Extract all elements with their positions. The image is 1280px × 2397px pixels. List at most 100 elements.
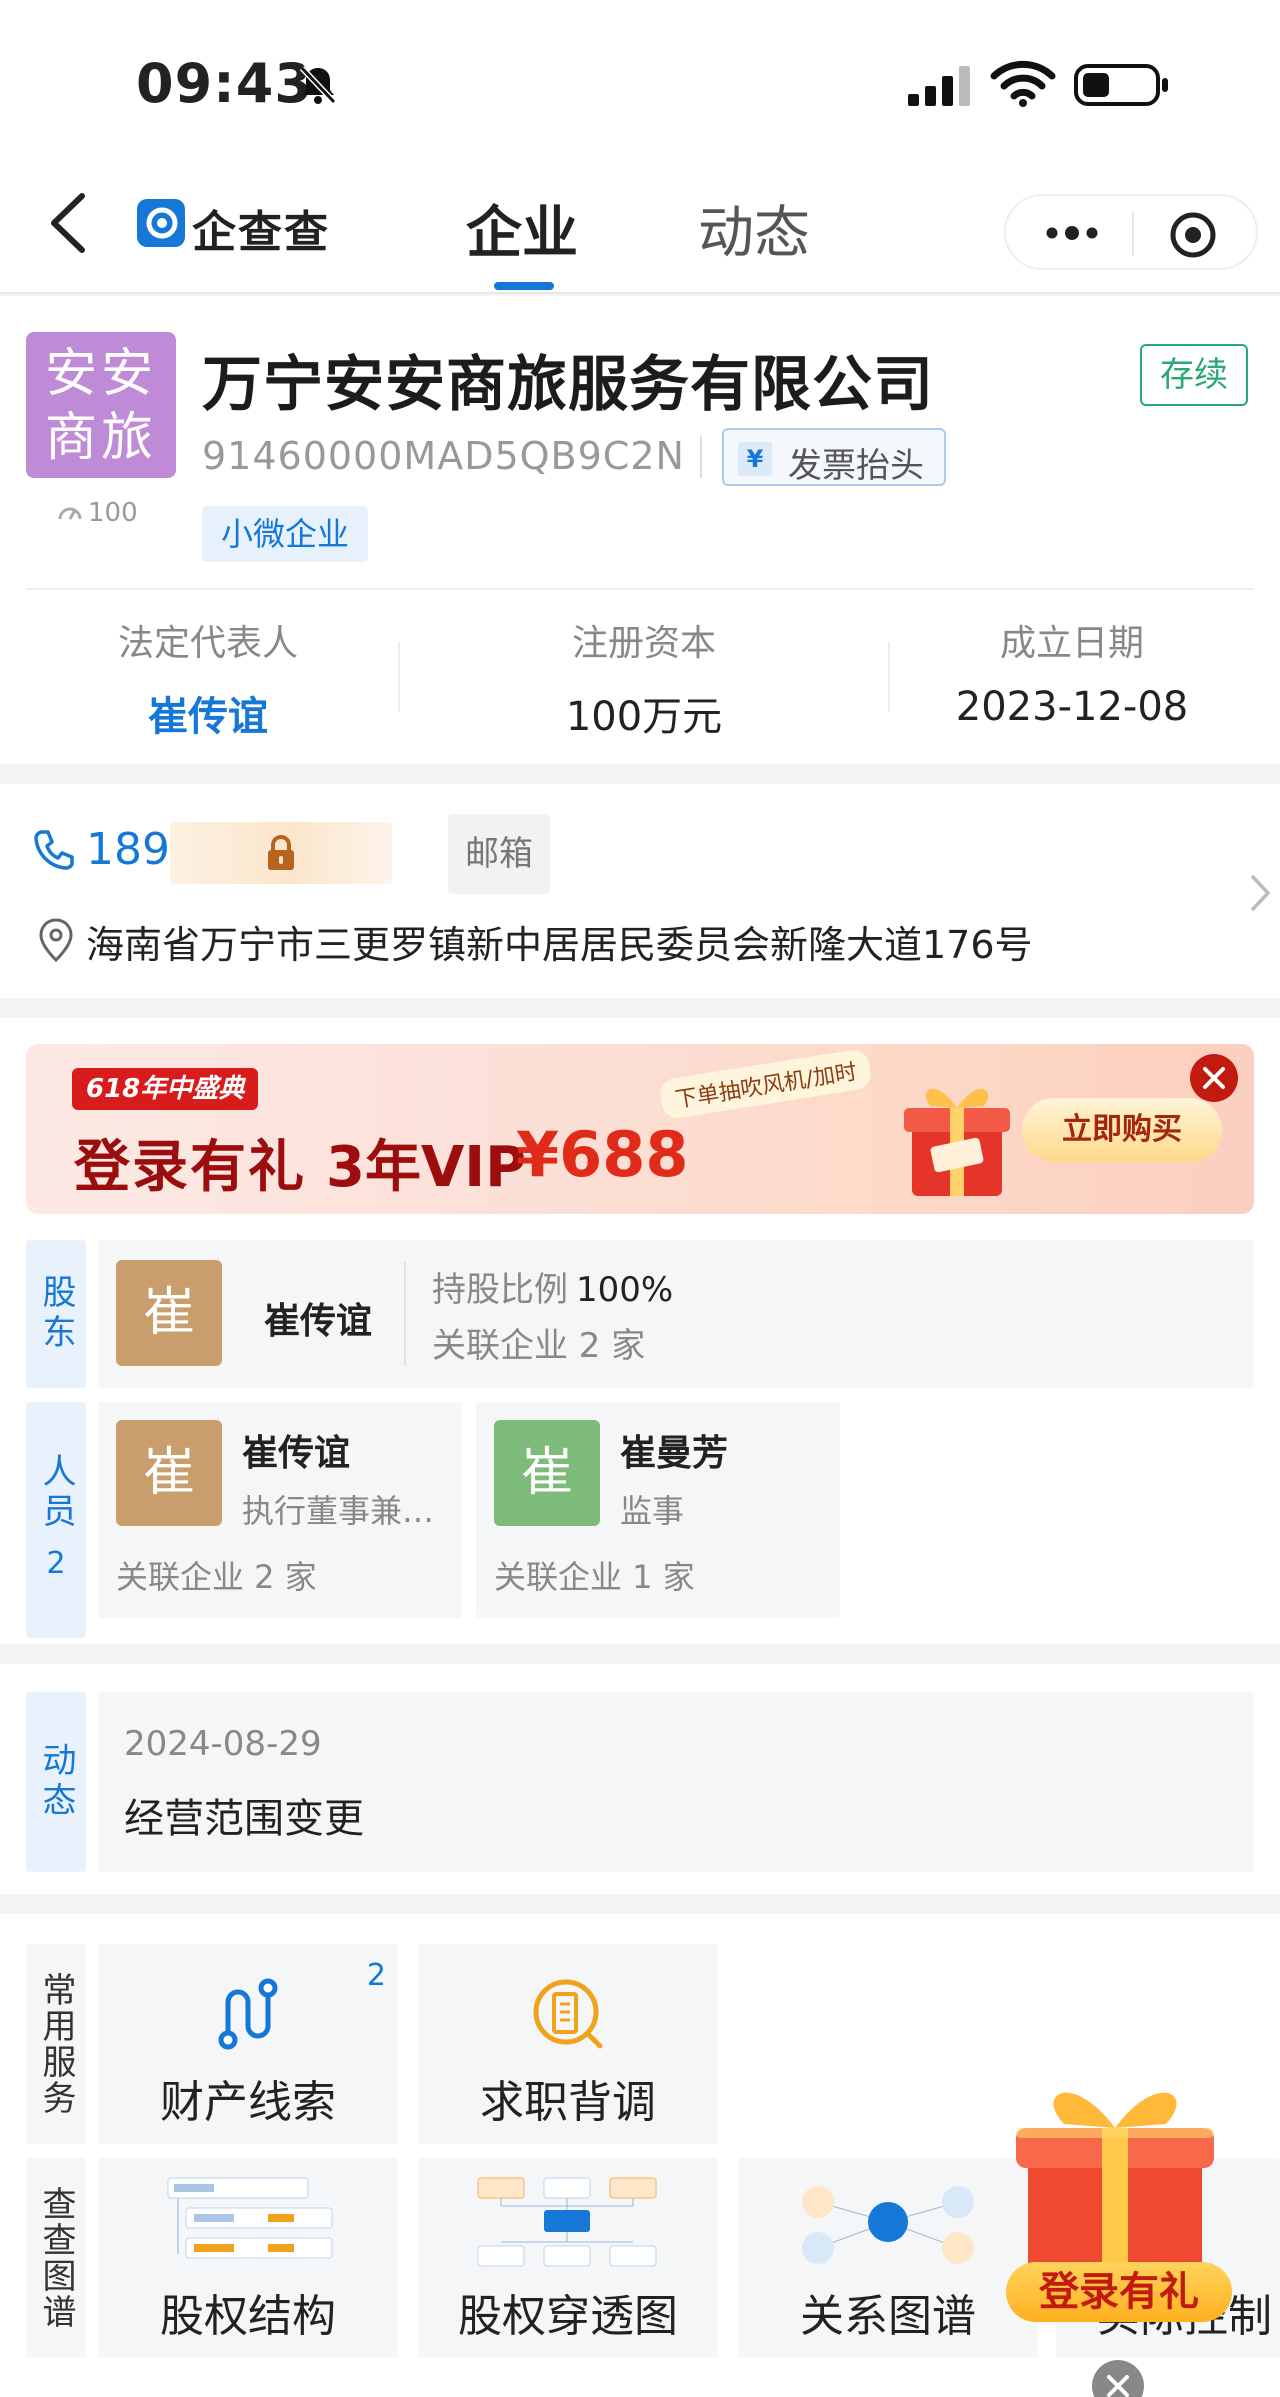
banner-note: 下单抽吹风机/加时 <box>658 1047 874 1121</box>
location-icon <box>39 918 73 963</box>
stat-divider <box>888 642 890 712</box>
heat-value: 100 <box>88 498 138 528</box>
divider <box>404 1262 406 1366</box>
avatar: 崔 <box>116 1260 222 1366</box>
banner-price: ¥688 <box>516 1118 689 1191</box>
signal-icon <box>908 66 970 106</box>
clock: 09:43 <box>136 52 313 115</box>
graph-label: 股权结构 <box>160 2291 336 2342</box>
email-button[interactable]: 邮箱 <box>448 814 550 894</box>
stat-value[interactable]: 崔传谊 <box>28 684 388 742</box>
shareholders-label-text: 股东 <box>36 1274 76 1354</box>
graph-relations[interactable]: 关系图谱 <box>738 2158 1038 2358</box>
address[interactable]: 海南省万宁市三更罗镇新中居居民委员会新隆大道176号 <box>86 914 1033 969</box>
promo-banner[interactable]: 618年中盛典 登录有礼 3年VIP ¥688 下单抽吹风机/加时 立即购买 <box>26 1044 1254 1214</box>
avatar: 崔 <box>494 1420 600 1526</box>
close-icon[interactable] <box>1188 1052 1240 1104</box>
phone-icon <box>34 830 74 870</box>
wifi-icon <box>990 60 1056 107</box>
stat-divider <box>398 642 400 712</box>
graphs-label: 查查图谱 <box>26 2158 86 2358</box>
staff-name: 崔传谊 <box>242 1433 351 1474</box>
invoice-title-button[interactable]: ¥ 发票抬头 <box>722 428 946 486</box>
heat-icon <box>58 507 82 520</box>
close-mini-program-icon[interactable] <box>1168 210 1218 260</box>
relations-thumbnail-icon <box>802 2186 974 2264</box>
banner-vip: 3年VIP <box>326 1135 527 1200</box>
route-icon <box>218 1978 278 2050</box>
news-card: 动态 2024-08-29 经营范围变更 <box>0 1664 1280 1894</box>
company-tag[interactable]: 小微企业 <box>202 506 368 562</box>
company-avatar: 安安商旅 <box>26 332 176 478</box>
stat-capital: 注册资本 100万元 <box>464 614 824 742</box>
graph-equity-penetration[interactable]: 股权穿透图 <box>418 2158 718 2358</box>
qcc-logo-icon <box>137 199 185 247</box>
news-item[interactable]: 2024-08-29 经营范围变更 <box>98 1692 1254 1872</box>
news-label-text: 动态 <box>36 1742 76 1822</box>
stat-founded: 成立日期 2023-12-08 <box>892 614 1252 730</box>
contact-card[interactable]: 189 邮箱 海南省万宁市三更罗镇新中居居民委员会新隆大道176号 <box>0 784 1280 998</box>
capsule-divider <box>1132 212 1134 256</box>
service-label: 求职背调 <box>480 2077 656 2128</box>
banner-chip: 618年中盛典 <box>72 1068 259 1110</box>
status-bar: 09:43 <box>0 0 1280 160</box>
penetration-thumbnail-icon <box>477 2177 657 2267</box>
staff-name: 崔曼芳 <box>620 1433 729 1474</box>
news-label: 动态 <box>26 1692 86 1872</box>
staff-label-text: 人员 <box>36 1453 76 1533</box>
graph-equity-structure[interactable]: 股权结构 <box>98 2158 398 2358</box>
services-label: 常用服务 <box>26 1944 86 2144</box>
mini-program-capsule <box>1004 194 1258 270</box>
status-badge: 存续 <box>1140 344 1248 406</box>
staff-role: 监事 <box>620 1492 685 1530</box>
staff-role: 执行董事兼总经理 <box>242 1492 442 1530</box>
active-tab-indicator <box>494 282 554 290</box>
credit-code[interactable]: 91460000MAD5QB9C2N <box>202 434 685 478</box>
bell-muted-icon <box>299 65 337 105</box>
floating-promo-label[interactable]: 登录有礼 <box>1006 2262 1232 2322</box>
chevron-right-icon[interactable] <box>1246 870 1272 916</box>
share-ratio-value: 100% <box>576 1270 674 1310</box>
page: 09:43 企查查 企业 动态 安安商旅 100 万宁安安商旅服务有限公司 存续… <box>0 0 1280 2397</box>
gift-box-icon <box>904 1088 1010 1196</box>
nav-bar: 企查查 企业 动态 <box>0 160 1280 294</box>
tab-news[interactable]: 动态 <box>698 188 810 269</box>
more-icon[interactable] <box>1042 210 1102 256</box>
stat-key: 法定代表人 <box>117 623 298 664</box>
share-ratio-label: 持股比例 <box>432 1270 568 1310</box>
service-asset-clues[interactable]: 2 财产线索 <box>98 1944 398 2144</box>
tab-company[interactable]: 企业 <box>466 188 578 269</box>
staff-label: 人员 2 <box>26 1402 86 1638</box>
phone-number[interactable]: 189 <box>86 824 170 875</box>
staff-card[interactable]: 崔 崔曼芳 监事 关联企业 1 家 <box>476 1402 840 1618</box>
app-logo: 企查查 <box>192 207 330 258</box>
stat-legal-rep[interactable]: 法定代表人 崔传谊 <box>28 614 388 742</box>
service-label: 财产线索 <box>160 2077 336 2128</box>
news-date: 2024-08-29 <box>124 1724 322 1764</box>
company-name: 万宁安安商旅服务有限公司 <box>202 350 934 420</box>
equity-structure-thumbnail-icon <box>167 2177 333 2259</box>
company-header-card: 安安商旅 100 万宁安安商旅服务有限公司 存续 91460000MAD5QB9… <box>0 296 1280 764</box>
shareholder-row[interactable]: 崔 崔传谊 持股比例 100% 关联企业 2 家 <box>98 1240 1254 1388</box>
close-icon[interactable] <box>1090 2358 1146 2397</box>
staff-count: 2 <box>46 1546 66 1581</box>
staff-card[interactable]: 崔 崔传谊 执行董事兼总经理 关联企业 2 家 <box>98 1402 462 1618</box>
main-info-card: 618年中盛典 登录有礼 3年VIP ¥688 下单抽吹风机/加时 立即购买 股… <box>0 1018 1280 1644</box>
battery-icon <box>1074 64 1168 106</box>
code-divider <box>700 436 702 478</box>
banner-title: 登录有礼 <box>74 1135 306 1200</box>
stat-key: 成立日期 <box>999 623 1144 664</box>
building-search-icon <box>533 1979 603 2049</box>
heat-score: 100 <box>56 498 138 528</box>
service-background-check[interactable]: 求职背调 <box>418 1944 718 2144</box>
shareholders-label: 股东 <box>26 1240 86 1388</box>
related-companies: 关联企业 1 家 <box>494 1558 695 1596</box>
related-companies: 关联企业 2 家 <box>432 1326 646 1366</box>
yen-icon: ¥ <box>738 442 772 476</box>
back-icon[interactable] <box>44 188 94 258</box>
shareholder-name[interactable]: 崔传谊 <box>264 1292 372 1344</box>
invoice-label: 发票抬头 <box>788 446 924 486</box>
graph-label: 股权穿透图 <box>458 2291 678 2342</box>
buy-now-button[interactable]: 立即购买 <box>1022 1098 1222 1162</box>
service-badge: 2 <box>366 1958 386 1993</box>
